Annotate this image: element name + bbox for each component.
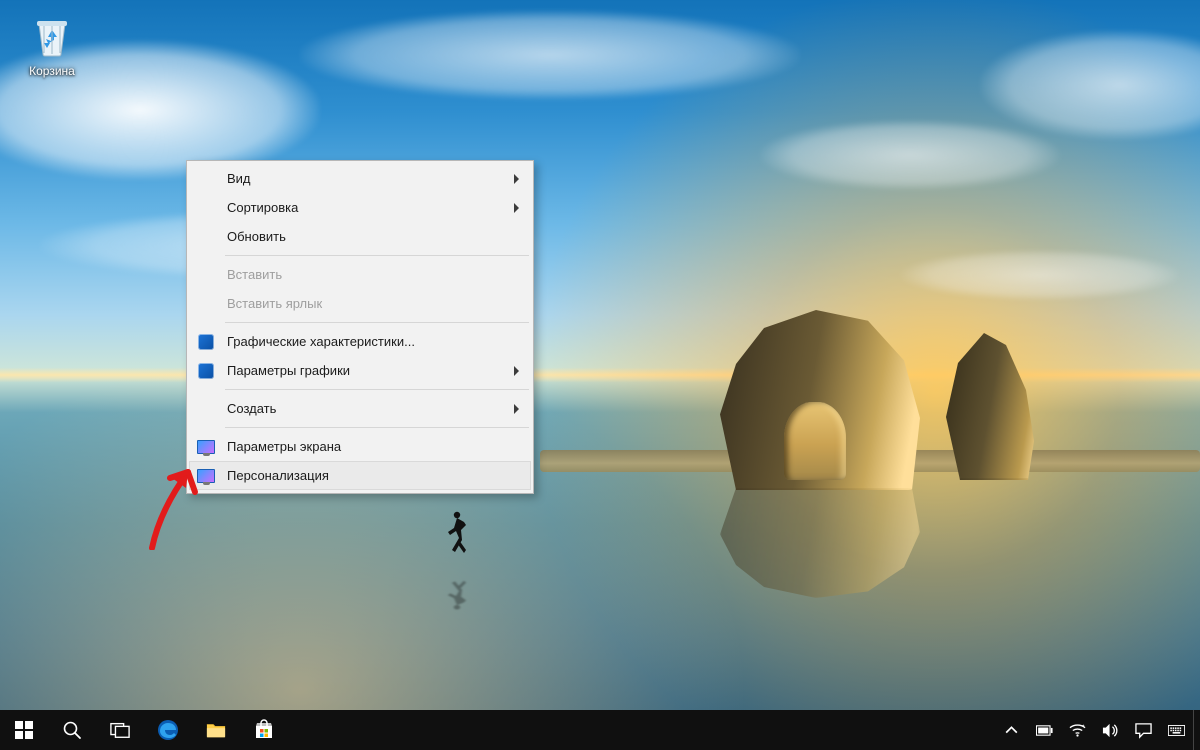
menu-item-label: Сортировка [227,200,298,215]
menu-item-display-settings[interactable]: Параметры экрана [189,432,531,461]
tray-action-center-button[interactable] [1127,710,1160,750]
wifi-icon: * [1069,722,1086,739]
menu-item-label: Создать [227,401,276,416]
wallpaper-cloud [980,30,1200,140]
taskbar-tray: * 9:41 [995,710,1200,750]
search-icon [62,720,82,740]
task-view-button[interactable] [96,710,144,750]
menu-item-label: Обновить [227,229,286,244]
menu-item-label: Вставить [227,267,282,282]
recycle-bin-desktop-icon[interactable]: Корзина [14,12,90,78]
recycle-bin-icon [28,12,76,60]
menu-item-label: Параметры графики [227,363,350,378]
edge-icon [157,719,179,741]
menu-item-label: Графические характеристики... [227,334,415,349]
menu-item-graphics-properties[interactable]: Графические характеристики... [189,327,531,356]
wallpaper-runner [440,510,470,562]
monitor-icon [197,467,215,485]
store-icon [253,719,275,741]
menu-item-view[interactable]: Вид [189,164,531,193]
menu-item-new[interactable]: Создать [189,394,531,423]
submenu-arrow-icon [514,366,519,376]
tray-input-indicator-button[interactable] [1160,710,1193,750]
menu-item-refresh[interactable]: Обновить [189,222,531,251]
menu-item-paste-shortcut: Вставить ярлык [189,289,531,318]
menu-separator [225,389,529,390]
submenu-arrow-icon [514,203,519,213]
tray-overflow-button[interactable] [995,710,1028,750]
chevron-up-icon [1003,722,1020,739]
wallpaper-cloud [300,10,800,100]
desktop-context-menu: Вид Сортировка Обновить Вставить Вставит… [186,160,534,494]
windows-logo-icon [14,720,34,740]
wallpaper-cloud [900,250,1180,300]
show-desktop-button[interactable] [1193,710,1200,750]
monitor-icon [197,438,215,456]
edge-browser-button[interactable] [144,710,192,750]
search-button[interactable] [48,710,96,750]
menu-item-sort[interactable]: Сортировка [189,193,531,222]
menu-item-personalize[interactable]: Персонализация [189,461,531,490]
menu-item-graphics-options[interactable]: Параметры графики [189,356,531,385]
task-view-icon [110,720,130,740]
submenu-arrow-icon [514,404,519,414]
file-explorer-button[interactable] [192,710,240,750]
speaker-icon [1102,722,1119,739]
menu-item-label: Параметры экрана [227,439,341,454]
intel-graphics-icon [197,333,215,351]
menu-item-label: Вид [227,171,251,186]
microsoft-store-button[interactable] [240,710,288,750]
tray-network-button[interactable]: * [1061,710,1094,750]
desktop-wallpaper[interactable] [0,0,1200,750]
menu-separator [225,427,529,428]
battery-icon [1036,722,1053,739]
start-button[interactable] [0,710,48,750]
tray-volume-button[interactable] [1094,710,1127,750]
intel-graphics-icon [197,362,215,380]
tray-battery-button[interactable] [1028,710,1061,750]
wallpaper-rock-arch [720,310,920,490]
menu-separator [225,255,529,256]
menu-item-label: Вставить ярлык [227,296,322,311]
wallpaper-rock-small [940,330,1040,480]
keyboard-icon [1168,722,1185,739]
menu-item-paste: Вставить [189,260,531,289]
menu-separator [225,322,529,323]
recycle-bin-label: Корзина [14,64,90,78]
submenu-arrow-icon [514,174,519,184]
taskbar-left [0,710,288,750]
notifications-icon [1135,722,1152,739]
folder-icon [206,720,226,740]
menu-item-label: Персонализация [227,468,329,483]
taskbar: * 9:41 [0,710,1200,750]
